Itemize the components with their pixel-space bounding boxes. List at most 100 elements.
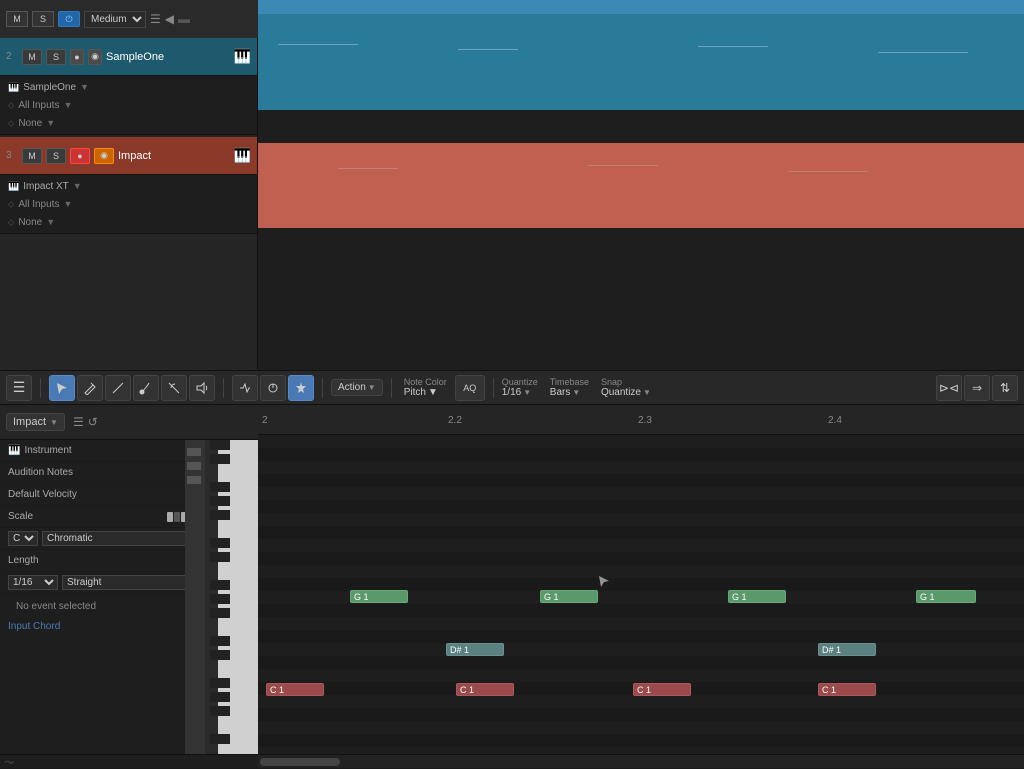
midi-tool2[interactable] [260, 375, 286, 401]
track2-num: 2 [6, 51, 18, 62]
midi-tools [232, 375, 314, 401]
aq-button[interactable]: AQ [455, 375, 485, 401]
note-g1-4[interactable]: G 1 [916, 590, 976, 603]
scroll-left-panel: 〜 [0, 754, 258, 768]
seq-name-dropdown[interactable]: Impact ▼ [6, 413, 65, 431]
loop-view-icon[interactable]: ↺ [88, 415, 98, 429]
track3-name: Impact [118, 150, 230, 162]
speed-select[interactable]: Medium Slow Fast [84, 11, 146, 28]
track2-header: 2 M S ● ◉ SampleOne 🎹 [0, 38, 257, 76]
track3-rec-btn[interactable]: ● [70, 148, 90, 164]
mute-tool[interactable] [161, 375, 187, 401]
quantize-label: Quantize [502, 377, 538, 387]
track3-input: All Inputs [18, 199, 59, 210]
seq-header-row: Impact ▼ ☰ ↺ [0, 405, 258, 440]
note-ds1-1[interactable]: D# 1 [446, 643, 504, 656]
timeline-bar: 2 2.2 2.3 2.4 [258, 405, 1024, 435]
marker-2: 2 [262, 405, 268, 435]
marker-23: 2.3 [638, 405, 652, 435]
loop-arrow-btn[interactable]: ⇒ [964, 375, 990, 401]
track2-m-btn[interactable]: M [22, 49, 42, 65]
quantize-box: Quantize 1/16 ▼ [502, 377, 538, 398]
note-color-val[interactable]: Pitch ▼ [404, 387, 438, 398]
piano-keys: C 2 C 1 [185, 440, 258, 768]
speaker-tool[interactable] [189, 375, 215, 401]
transport-btns: ⊳⊲ ⇒ ⇅ [936, 375, 1018, 401]
note-color-label: Note Color [404, 377, 447, 387]
action-dropdown[interactable]: Action ▼ [331, 379, 383, 396]
nav-right-icon[interactable]: ▬ [178, 12, 190, 26]
grid-area[interactable]: 2 2.2 2.3 2.4 G 1 G 1 G 1 [258, 405, 1024, 768]
nav-left-icon[interactable]: ◀ [165, 12, 174, 26]
timebase-box: Timebase Bars ▼ [550, 377, 589, 398]
s-button[interactable]: S [32, 11, 54, 27]
track2-s-btn[interactable]: S [46, 49, 66, 65]
line-tool[interactable] [105, 375, 131, 401]
midi-tool1[interactable] [232, 375, 258, 401]
track3-sub: 🎹 Impact XT ▼ ⬦ All Inputs ▼ ⬦ None ▼ [0, 175, 257, 234]
scroll-bar[interactable] [258, 754, 1024, 768]
note-c1-4[interactable]: C 1 [818, 683, 876, 696]
timebase-val[interactable]: Bars ▼ [550, 387, 589, 398]
action-label: Action [338, 382, 366, 393]
quantize-val[interactable]: 1/16 ▼ [502, 387, 538, 398]
scroll-thumb[interactable] [260, 758, 340, 766]
track2-input-btn[interactable]: ● [70, 49, 84, 65]
list-icon[interactable]: ☰ [150, 12, 161, 26]
marker-24: 2.4 [828, 405, 842, 435]
note-c1-1[interactable]: C 1 [266, 683, 324, 696]
input-chord-label[interactable]: Input Chord [8, 621, 60, 632]
note-g1-3[interactable]: G 1 [728, 590, 786, 603]
key-select[interactable]: C [8, 531, 38, 546]
seq-toolbar: ☰ [0, 370, 1024, 405]
track3-header: 3 M S ● ◉ Impact 🎹 [0, 137, 257, 175]
note-ds1-2[interactable]: D# 1 [818, 643, 876, 656]
toolbar-tools: ☰ [6, 375, 32, 401]
snap-value: Quantize [601, 387, 641, 398]
note-c1-2[interactable]: C 1 [456, 683, 514, 696]
menu-icon[interactable]: ☰ [6, 375, 32, 401]
marker-22: 2.2 [448, 405, 462, 435]
seq-name-arrow: ▼ [50, 418, 58, 427]
track3-arm-btn[interactable]: ◉ [94, 148, 114, 164]
snap-arrow: ▼ [643, 388, 651, 397]
seq-name-label: Impact [13, 416, 46, 428]
active-tool[interactable] [288, 375, 314, 401]
snap-val[interactable]: Quantize ▼ [601, 387, 651, 398]
length-val-select[interactable]: 1/16 [8, 575, 58, 590]
track3-num: 3 [6, 150, 18, 161]
track3-lane [258, 143, 1024, 228]
quantize-value: 1/16 [502, 387, 521, 398]
note-c1-3[interactable]: C 1 [633, 683, 691, 696]
track2-lane [258, 14, 1024, 110]
note-g1-1[interactable]: G 1 [350, 590, 408, 603]
track2-arm-btn[interactable]: ◉ [88, 49, 102, 65]
note-grid: G 1 G 1 G 1 G 1 D# 1 D# 1 C 1 C 1 C 1 C … [258, 435, 1024, 768]
list-view-icon[interactable]: ☰ [73, 415, 84, 429]
cursor [598, 575, 610, 587]
track-area: M S ⏻ Medium Slow Fast ☰ ◀ ▬ 2 M S ● ◉ S… [0, 0, 1024, 370]
playhead-bar [258, 0, 1024, 14]
sequencer: ☰ [0, 370, 1024, 768]
track3-s-btn[interactable]: S [46, 148, 66, 164]
timebase-arrow: ▼ [572, 388, 580, 397]
track3-m-btn[interactable]: M [22, 148, 42, 164]
track2-output: None [18, 118, 42, 129]
note-g1-2[interactable]: G 1 [540, 590, 598, 603]
scale-label: Scale [8, 511, 167, 522]
loop-start-btn[interactable]: ⊳⊲ [936, 375, 962, 401]
pencil-tool[interactable] [77, 375, 103, 401]
track-list: M S ⏻ Medium Slow Fast ☰ ◀ ▬ 2 M S ● ◉ S… [0, 0, 258, 370]
paint-tool[interactable] [133, 375, 159, 401]
track2-name: SampleOne [106, 51, 230, 63]
track3-output: None [18, 217, 42, 228]
action-arrow: ▼ [368, 383, 376, 392]
loop-toggle-btn[interactable]: ⇅ [992, 375, 1018, 401]
waveform-icon: 〜 [4, 754, 14, 769]
select-tool[interactable] [49, 375, 75, 401]
power-button[interactable]: ⏻ [58, 11, 80, 27]
m-button[interactable]: M [6, 11, 28, 27]
snap-label: Snap [601, 377, 651, 387]
global-toolbar: M S ⏻ Medium Slow Fast ☰ ◀ ▬ [0, 0, 258, 38]
note-color-box: Note Color Pitch ▼ [400, 377, 451, 398]
